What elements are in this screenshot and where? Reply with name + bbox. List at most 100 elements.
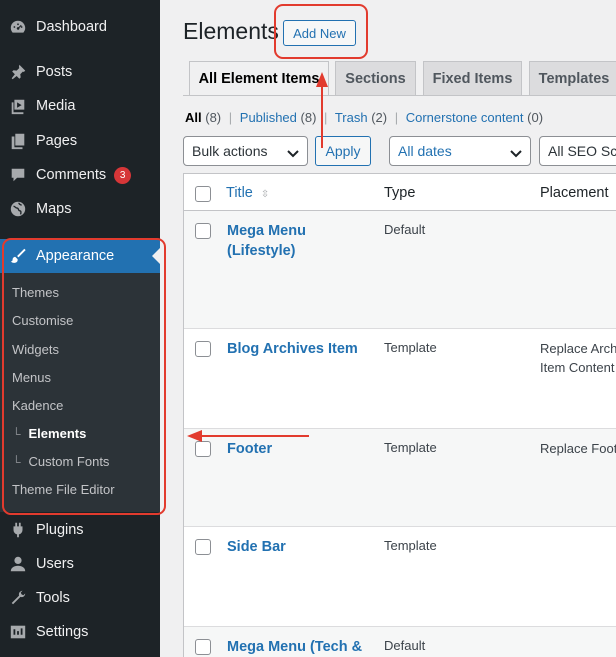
table-row: Mega Menu (Tech & Default [184,627,616,657]
column-header-type: Type [384,185,416,201]
tab-all-element-items[interactable]: All Element Items [189,61,329,96]
row-title-link[interactable]: Side Bar [227,537,367,557]
menu-item-users[interactable]: Users [0,547,160,581]
submenu-label: Themes [12,285,59,300]
row-checkbox[interactable] [195,223,211,239]
select-all-checkbox[interactable] [195,186,211,202]
menu-item-label: Tools [36,590,70,606]
filter-all-count: (8) [205,110,222,125]
submenu-item-custom-fonts[interactable]: └ Custom Fonts [12,451,109,473]
submenu-item-kadence[interactable]: Kadence [12,395,63,417]
globe-icon [0,200,36,218]
submenu-item-menus[interactable]: Menus [12,367,51,389]
column-header-title[interactable]: Title ⇳ [226,185,269,201]
sort-icon: ⇳ [260,189,270,200]
submenu-item-customise[interactable]: Customise [12,310,73,332]
submenu-label: Theme File Editor [12,482,115,497]
menu-item-label: Appearance [36,248,115,264]
media-icon [0,97,36,115]
tree-branch-icon: └ [12,427,21,441]
submenu-item-widgets[interactable]: Widgets [12,339,59,361]
tab-fixed-items[interactable]: Fixed Items [423,61,522,95]
filter-cornerstone-link[interactable]: Cornerstone content [406,110,524,125]
row-checkbox[interactable] [195,539,211,555]
menu-item-label: Posts [36,64,73,80]
menu-item-pages[interactable]: Pages [0,124,160,158]
filter-all-link[interactable]: All [185,110,202,125]
elements-table: Title ⇳ Type Placement Mega Menu (Lifest… [183,173,616,657]
menu-item-label: Settings [36,624,89,640]
appearance-submenu: Appearance Themes Customise Widgets Menu… [0,239,160,512]
annotation-arrow-up [316,72,328,148]
menu-item-appearance[interactable]: Appearance [0,239,160,273]
comment-icon [0,166,36,184]
menu-item-label: Maps [36,201,72,217]
chevron-down-icon [287,146,299,162]
filter-published-link[interactable]: Published [240,110,297,125]
row-type: Template [384,538,437,553]
table-row: Mega Menu (Lifestyle) Default [184,211,616,329]
submenu-item-elements[interactable]: └ Elements [12,423,86,445]
menu-item-label: Pages [36,133,78,149]
submenu-label: Custom Fonts [28,454,110,469]
table-header: Title ⇳ Type Placement [184,174,616,211]
submenu-label: Kadence [12,398,64,413]
row-title-link[interactable]: Mega Menu (Tech & [227,637,367,657]
row-checkbox[interactable] [195,341,211,357]
comments-count-badge: 3 [114,166,132,184]
date-filter-select[interactable]: All dates [389,136,531,166]
user-icon [0,555,36,573]
dashboard-icon [0,18,36,36]
menu-item-label: Users [36,556,74,572]
menu-item-tools[interactable]: Tools [0,581,160,615]
menu-item-label: Comments [36,167,107,183]
table-row: Side Bar Template [184,527,616,627]
row-title-link[interactable]: Blog Archives Item [227,339,377,359]
chevron-down-icon [510,146,522,162]
filter-separator: | [228,110,233,125]
tree-branch-icon: └ [12,455,21,469]
table-row: Blog Archives Item Template Replace Arch… [184,329,616,429]
seo-score-filter-value: All SEO Sc [548,143,616,159]
tab-templates[interactable]: Templates [529,61,616,95]
submenu-item-themes[interactable]: Themes [12,282,59,304]
menu-item-posts[interactable]: Posts [0,55,160,89]
menu-item-label: Plugins [36,522,84,538]
status-filter-links: All (8) | Published (8) | Trash (2) | Co… [185,110,543,125]
menu-item-comments[interactable]: Comments 3 [0,158,160,192]
tabs-divider [183,95,616,96]
submenu-item-theme-file-editor[interactable]: Theme File Editor [12,479,115,501]
seo-score-filter-select[interactable]: All SEO Sc [539,136,616,166]
pages-icon [0,132,36,150]
filter-trash-link[interactable]: Trash [335,110,368,125]
bulk-actions-value: Bulk actions [192,143,268,159]
menu-item-dashboard[interactable]: Dashboard [0,10,160,44]
row-placement: Replace Foot [540,441,616,456]
row-type: Default [384,222,426,237]
settings-icon [0,623,36,641]
submenu-label: Widgets [12,342,59,357]
add-new-button[interactable]: Add New [283,20,356,46]
menu-item-label: Media [36,98,76,114]
date-filter-value: All dates [398,143,452,159]
current-menu-notch [152,248,160,264]
column-title-label: Title [226,185,253,201]
admin-sidebar: Dashboard Posts Media Pages Comments 3 M… [0,0,160,657]
menu-item-maps[interactable]: Maps [0,192,160,226]
bulk-actions-select[interactable]: Bulk actions [183,136,308,166]
page-title: Elements [183,18,279,44]
column-header-placement: Placement [540,185,609,201]
tab-sections[interactable]: Sections [335,61,416,95]
submenu-label: Elements [28,426,87,441]
menu-item-plugins[interactable]: Plugins [0,513,160,547]
row-type: Default [384,638,426,653]
row-title-link[interactable]: Mega Menu (Lifestyle) [227,221,367,261]
row-placement: Replace Arch Item Content [540,341,616,375]
menu-item-label: Dashboard [36,19,107,35]
menu-item-media[interactable]: Media [0,89,160,123]
wrench-icon [0,589,36,607]
brush-icon [0,247,36,265]
row-checkbox[interactable] [195,639,211,655]
menu-item-settings[interactable]: Settings [0,615,160,649]
submenu-label: Menus [12,370,52,385]
